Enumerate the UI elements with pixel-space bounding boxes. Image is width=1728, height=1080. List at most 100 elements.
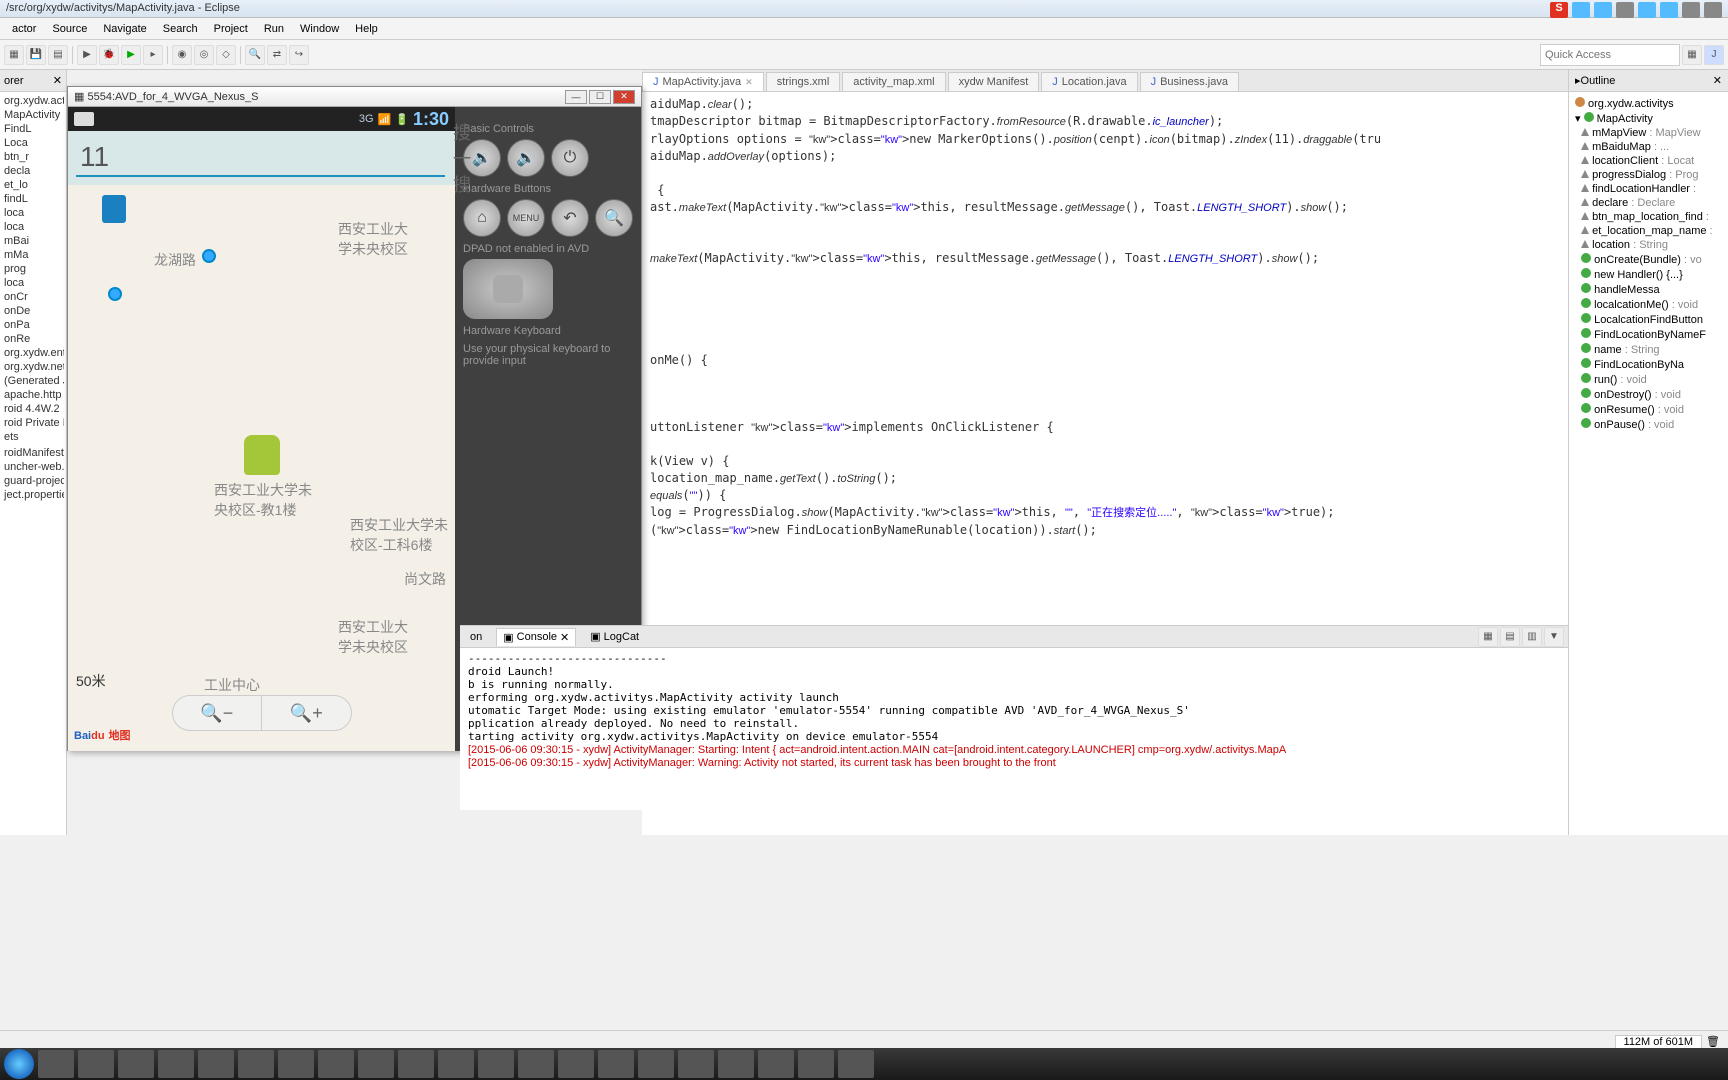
outline-item[interactable]: LocalcationFindButton [1573, 312, 1724, 327]
console-tab[interactable]: on [464, 629, 488, 645]
taskbar-app[interactable] [198, 1050, 234, 1078]
menu-item[interactable]: Project [206, 21, 256, 37]
close-icon[interactable]: ✕ [745, 77, 753, 88]
emulator-titlebar[interactable]: ▦ 5554:AVD_for_4_WVGA_Nexus_S — ☐ ✕ [68, 87, 641, 107]
gc-icon[interactable]: 🗑 [1706, 1035, 1720, 1048]
open-type-icon[interactable]: ◇ [216, 45, 236, 65]
tree-item[interactable]: ets [2, 430, 64, 444]
console-tool-icon[interactable]: ▼ [1544, 627, 1564, 647]
outline-item[interactable]: handleMessa [1573, 282, 1724, 297]
taskbar-app[interactable] [518, 1050, 554, 1078]
tree-item[interactable]: guard-project. [2, 474, 64, 488]
search-hw-button[interactable]: 🔍 [595, 199, 633, 237]
map-marker[interactable] [102, 195, 126, 223]
tree-item[interactable]: loca [2, 220, 64, 234]
editor-tab[interactable]: JMapActivity.java✕ [642, 72, 764, 91]
menu-item[interactable]: Window [292, 21, 347, 37]
ext-tools-icon[interactable]: ▸ [143, 45, 163, 65]
outline-item[interactable]: mMapView : MapView [1573, 126, 1724, 140]
console-tab[interactable]: ▣ LogCat [584, 628, 645, 645]
tree-item[interactable]: onCr [2, 290, 64, 304]
tree-item[interactable]: onRe [2, 332, 64, 346]
menu-item[interactable]: Navigate [95, 21, 154, 37]
outline-item[interactable]: onCreate(Bundle) : vo [1573, 252, 1724, 267]
run-icon[interactable]: ▶ [121, 45, 141, 65]
outline-item[interactable]: findLocationHandler : [1573, 182, 1724, 196]
tree-item[interactable]: ject.properties [2, 488, 64, 502]
tray-icon[interactable] [1682, 2, 1700, 18]
minimize-button[interactable]: — [565, 90, 587, 104]
outline-item[interactable]: FindLocationByNa [1573, 357, 1724, 372]
outline-item[interactable]: declare : Declare [1573, 196, 1724, 210]
outline-item[interactable]: localcationMe() : void [1573, 297, 1724, 312]
java-perspective-icon[interactable]: J [1704, 45, 1724, 65]
search-button[interactable]: 搜一搜 [453, 131, 471, 185]
outline-item[interactable]: onPause() : void [1573, 417, 1724, 432]
editor-tab[interactable]: JBusiness.java [1140, 72, 1239, 91]
menu-item[interactable]: Run [256, 21, 292, 37]
tray-icon[interactable] [1660, 2, 1678, 18]
tree-item[interactable]: mBai [2, 234, 64, 248]
menu-item[interactable]: Search [155, 21, 206, 37]
back-button[interactable]: ↶ [551, 199, 589, 237]
taskbar-app[interactable] [598, 1050, 634, 1078]
tree-item[interactable]: mMa [2, 248, 64, 262]
outline-item[interactable]: onDestroy() : void [1573, 387, 1724, 402]
editor-tab[interactable]: xydw Manifest [948, 72, 1040, 91]
power-button[interactable]: ⏻ [551, 139, 589, 177]
outline-item[interactable]: et_location_map_name : [1573, 224, 1724, 238]
maximize-button[interactable]: ☐ [589, 90, 611, 104]
menu-button[interactable]: MENU [507, 199, 545, 237]
taskbar-app[interactable] [38, 1050, 74, 1078]
tree-item[interactable]: (Generated Ja [2, 374, 64, 388]
menu-item[interactable]: Help [347, 21, 386, 37]
tree-item[interactable]: roid 4.4W.2 [2, 402, 64, 416]
zoom-out-button[interactable]: 🔍− [173, 696, 263, 730]
taskbar-app[interactable] [118, 1050, 154, 1078]
console-output[interactable]: ------------------------------ droid Lau… [460, 648, 1568, 808]
editor-tab[interactable]: strings.xml [766, 72, 841, 91]
tray-icon[interactable] [1704, 2, 1722, 18]
nav-icon[interactable]: ⇄ [267, 45, 287, 65]
new-icon[interactable]: ▦ [4, 45, 24, 65]
taskbar-app[interactable] [318, 1050, 354, 1078]
tree-item[interactable]: MapActivity [2, 108, 64, 122]
taskbar-app[interactable] [678, 1050, 714, 1078]
taskbar-app[interactable] [478, 1050, 514, 1078]
outline-item[interactable]: run() : void [1573, 372, 1724, 387]
outline-item[interactable]: onResume() : void [1573, 402, 1724, 417]
outline-item[interactable]: location : String [1573, 238, 1724, 252]
console-tool-icon[interactable]: ▤ [1500, 627, 1520, 647]
outline-item[interactable]: new Handler() {...} [1573, 267, 1724, 282]
tree-item[interactable]: uncher-web.pr [2, 460, 64, 474]
menu-item[interactable]: actor [4, 21, 44, 37]
build-icon[interactable]: ▶ [77, 45, 97, 65]
perspective-icon[interactable]: ▦ [1682, 45, 1702, 65]
outline-item[interactable]: name : String [1573, 342, 1724, 357]
zoom-in-button[interactable]: 🔍+ [262, 696, 351, 730]
console-tool-icon[interactable]: ▥ [1522, 627, 1542, 647]
outline-item[interactable]: mBaiduMap : ... [1573, 140, 1724, 154]
taskbar-app[interactable] [238, 1050, 274, 1078]
taskbar-app[interactable] [158, 1050, 194, 1078]
taskbar-app[interactable] [758, 1050, 794, 1078]
tree-item[interactable]: onDe [2, 304, 64, 318]
map-canvas[interactable]: 龙湖路 西安工业大 学未央校区 西安工业大学未 央校区-教1楼 西安工业大学未 … [68, 185, 455, 751]
editor-tab[interactable]: activity_map.xml [842, 72, 945, 91]
tray-icon[interactable] [1638, 2, 1656, 18]
quick-access-input[interactable] [1540, 44, 1680, 66]
taskbar-app[interactable] [798, 1050, 834, 1078]
nav-icon[interactable]: ↪ [289, 45, 309, 65]
new-class-icon[interactable]: ◉ [172, 45, 192, 65]
console-tool-icon[interactable]: ▦ [1478, 627, 1498, 647]
package-tree[interactable]: org.xydw.activiMapActivityFindLLocabtn_r… [0, 92, 66, 504]
tree-item[interactable]: org.xydw.entity [2, 346, 64, 360]
outline-tree[interactable]: org.xydw.activitys ▾ MapActivity mMapVie… [1569, 92, 1728, 436]
taskbar-app[interactable] [398, 1050, 434, 1078]
tree-item[interactable]: org.xydw.net [2, 360, 64, 374]
ime-icon[interactable]: S [1550, 2, 1568, 18]
outline-item[interactable]: locationClient : Locat [1573, 154, 1724, 168]
tree-item[interactable]: FindL [2, 122, 64, 136]
tree-item[interactable]: roid Private Li [2, 416, 64, 430]
save-all-icon[interactable]: ▤ [48, 45, 68, 65]
